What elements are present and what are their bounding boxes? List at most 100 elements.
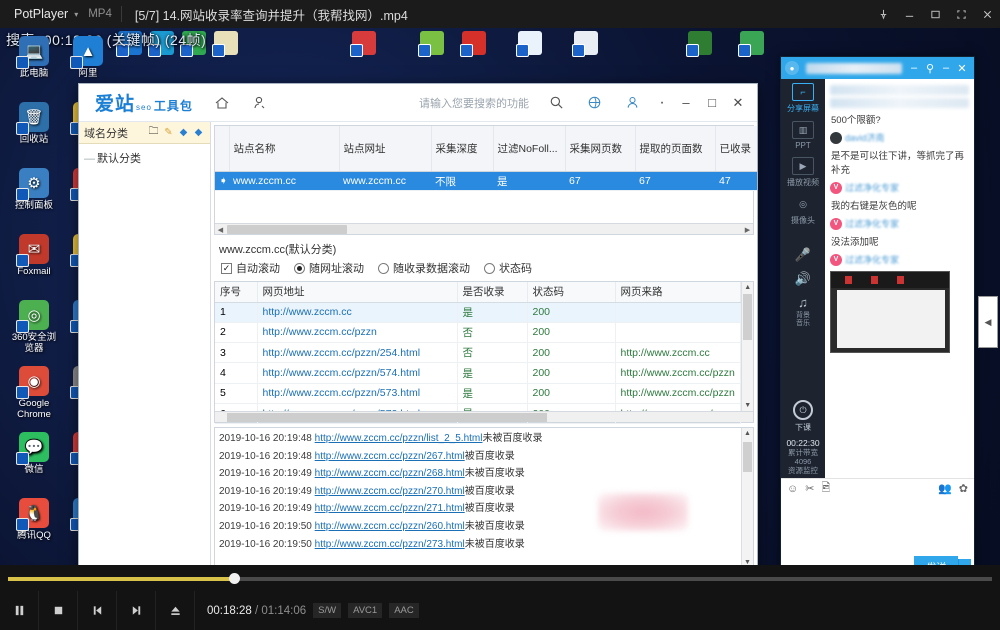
chevron-down-icon[interactable]: ▾ bbox=[74, 10, 78, 19]
site-table-header-cell[interactable]: 采集深度 bbox=[431, 126, 494, 172]
next-button[interactable] bbox=[117, 591, 156, 630]
account-icon[interactable] bbox=[246, 89, 274, 117]
sidebar-item-share-screen[interactable]: ⌐ 分享屏幕 bbox=[783, 83, 823, 114]
desktop-icon[interactable]: ✉ Foxmail bbox=[8, 234, 60, 277]
sidebar-item-play-video[interactable]: ▶ 播放视频 bbox=[783, 157, 823, 188]
scroll-thumb[interactable] bbox=[743, 294, 753, 340]
desktop-icon[interactable]: ▲ 阿里 bbox=[62, 36, 114, 79]
desktop-icon[interactable]: ⚙ 控制面板 bbox=[8, 168, 60, 211]
radio-status-code[interactable]: 状态码 bbox=[484, 260, 532, 276]
chat-minimize-icon[interactable]: – bbox=[906, 62, 922, 74]
detail-table-row[interactable]: 3 http://www.zccm.cc/pzzn/254.html 否 200 htt… bbox=[215, 342, 742, 364]
log-url-link[interactable]: http://www.zccm.cc/pzzn/273.html bbox=[315, 539, 465, 550]
pin-icon[interactable] bbox=[870, 0, 896, 28]
site-table-header-cell[interactable]: 采集网页数 bbox=[565, 126, 636, 172]
end-class-icon[interactable]: ⏻ bbox=[793, 400, 813, 420]
chat-close-icon[interactable]: ✕ bbox=[954, 62, 970, 75]
detail-table-hscrollbar[interactable] bbox=[215, 411, 753, 422]
eject-button[interactable] bbox=[156, 591, 195, 630]
log-url-link[interactable]: http://www.zccm.cc/pzzn/270.html bbox=[315, 486, 465, 497]
scroll-down-icon[interactable]: ▼ bbox=[742, 400, 753, 411]
scroll-left-icon[interactable]: ◀ bbox=[215, 224, 226, 235]
site-table-row[interactable]: ➧www.zccm.ccwww.zccm.cc不限是67674719 bbox=[215, 171, 757, 191]
avatar[interactable]: V bbox=[830, 181, 842, 194]
site-table-header-cell[interactable]: 站点网址 bbox=[339, 126, 432, 172]
tree-item-default-category[interactable]: 默认分类 bbox=[84, 150, 205, 166]
desktop-icon[interactable]: 💬 微信 bbox=[8, 432, 60, 475]
seek-knob[interactable] bbox=[229, 573, 241, 584]
sidebar-item-camera[interactable]: ◎ 摄像头 bbox=[783, 195, 823, 226]
home-icon[interactable] bbox=[208, 89, 236, 117]
aizhan-close-button[interactable]: ✕ bbox=[725, 90, 751, 116]
desktop-icon[interactable]: ◎ 360安全浏览器 bbox=[8, 300, 60, 354]
site-table-header-cell[interactable]: 过滤NoFoll... bbox=[493, 126, 566, 172]
end-class-label[interactable]: 下课 bbox=[781, 422, 825, 433]
seek-bar[interactable] bbox=[8, 573, 992, 584]
scroll-thumb[interactable] bbox=[227, 413, 547, 422]
log-url-link[interactable]: http://www.zccm.cc/pzzn/260.html bbox=[315, 521, 465, 532]
log-url-link[interactable]: http://www.zccm.cc/pzzn/268.html bbox=[315, 468, 465, 479]
detail-table-header-cell[interactable]: 网页地址 bbox=[257, 282, 458, 303]
image-icon[interactable]: 🖻 bbox=[821, 479, 830, 498]
detail-table-vscrollbar[interactable]: ▲ ▼ bbox=[741, 282, 753, 411]
site-table-header-cell[interactable]: 已收录 bbox=[715, 126, 757, 172]
new-folder-icon[interactable]: 🗀 bbox=[147, 126, 160, 139]
move-up-icon[interactable]: ◆ bbox=[192, 126, 205, 139]
site-table-header-cell[interactable]: 提取的页面数 bbox=[635, 126, 716, 172]
avatar[interactable] bbox=[830, 131, 842, 144]
desktop-icon[interactable]: 💻 此电脑 bbox=[8, 36, 60, 79]
detail-table-row[interactable]: 4 http://www.zccm.cc/pzzn/574.html 是 200 htt… bbox=[215, 362, 742, 384]
resource-monitor-label[interactable]: 资源监控 bbox=[781, 466, 825, 475]
panel-collapse-tab[interactable]: ◀ bbox=[978, 296, 998, 348]
minimize-icon[interactable] bbox=[896, 0, 922, 28]
chat-pin-icon[interactable]: ⚲ bbox=[922, 62, 938, 75]
avatar[interactable]: V bbox=[830, 217, 842, 230]
sidebar-item-ppt[interactable]: ▥ PPT bbox=[783, 121, 823, 150]
classroom-chat-window[interactable]: ● – ⚲ – ✕ ⌐ 分享屏幕 ▥ PPT ▶ 播放视频 ◎ 摄像头 🎤 🔊 … bbox=[780, 56, 975, 565]
scroll-thumb[interactable] bbox=[227, 225, 347, 234]
desktop-icon[interactable]: 🗑 回收站 bbox=[8, 102, 60, 145]
site-table-hscrollbar[interactable]: ◀ ▶ bbox=[215, 223, 753, 234]
log-url-link[interactable]: http://www.zccm.cc/pzzn/267.html bbox=[315, 451, 465, 462]
detail-table-header-cell[interactable]: 网页来路 bbox=[615, 282, 742, 303]
scroll-up-icon[interactable]: ▲ bbox=[742, 282, 753, 293]
scroll-up-icon[interactable]: ▲ bbox=[742, 428, 753, 439]
auto-scroll-checkbox[interactable]: ✓ 自动滚动 bbox=[221, 260, 280, 276]
log-vscrollbar[interactable]: ▲ ▼ bbox=[741, 428, 753, 565]
scroll-right-icon[interactable]: ▶ bbox=[742, 224, 753, 235]
scissors-icon[interactable]: ✂ bbox=[805, 482, 814, 495]
detail-table-row[interactable]: 1 http://www.zccm.cc 是 200 bbox=[215, 302, 742, 323]
site-table-header-cell[interactable]: 站点名称 bbox=[229, 126, 340, 172]
maximize-icon[interactable] bbox=[922, 0, 948, 28]
avatar[interactable]: V bbox=[830, 253, 842, 266]
previous-button[interactable] bbox=[78, 591, 117, 630]
radio-scroll-by-index-data[interactable]: 随收录数据滚动 bbox=[378, 260, 470, 276]
detail-table-row[interactable]: 5 http://www.zccm.cc/pzzn/573.html 是 200 htt… bbox=[215, 383, 742, 404]
more-icon[interactable]: · bbox=[656, 89, 668, 117]
stop-button[interactable] bbox=[39, 591, 78, 630]
radio-scroll-by-url[interactable]: 随网址滚动 bbox=[294, 260, 364, 276]
desktop-icon[interactable]: 🐧 腾讯QQ bbox=[8, 498, 60, 541]
globe-icon[interactable] bbox=[580, 89, 608, 117]
settings-icon[interactable]: ✿ bbox=[959, 482, 968, 495]
detail-table-header-cell[interactable]: 序号 bbox=[215, 282, 258, 303]
send-button[interactable]: 发送 bbox=[914, 556, 959, 565]
chat-message-list[interactable]: 500个限额? david济南 是不是可以往下讲，等抓完了再补充 V 过滤净化专家 我的右… bbox=[825, 79, 974, 478]
detail-table-row[interactable]: 2 http://www.zccm.cc/pzzn 否 200 bbox=[215, 322, 742, 344]
detail-table-header-cell[interactable]: 是否收录 bbox=[457, 282, 528, 303]
aizhan-minimize-button[interactable]: – bbox=[673, 90, 699, 116]
scroll-thumb[interactable] bbox=[743, 442, 752, 472]
fullscreen-icon[interactable] bbox=[948, 0, 974, 28]
chat-input[interactable] bbox=[781, 498, 974, 556]
chat-minimize2-icon[interactable]: – bbox=[938, 62, 954, 74]
search-icon[interactable] bbox=[542, 89, 570, 117]
emoji-icon[interactable]: ☺ bbox=[787, 483, 798, 495]
video-canvas[interactable]: 搜索: 00:18:26 (关键帧) (24帧) 💻 此电脑 🗑 回收站 ⚙ 控制面板 ✉ F… bbox=[0, 28, 1000, 565]
people-icon[interactable]: 👥 bbox=[938, 482, 952, 495]
microphone-icon[interactable]: 🎤 bbox=[795, 247, 811, 263]
pause-button[interactable] bbox=[0, 591, 39, 630]
speaker-icon[interactable]: 🔊 bbox=[795, 271, 811, 287]
log-url-link[interactable]: http://www.zccm.cc/pzzn/list_2_5.html bbox=[315, 433, 483, 444]
music-icon[interactable]: ♫ bbox=[798, 295, 808, 310]
log-url-link[interactable]: http://www.zccm.cc/pzzn/271.html bbox=[315, 503, 465, 514]
